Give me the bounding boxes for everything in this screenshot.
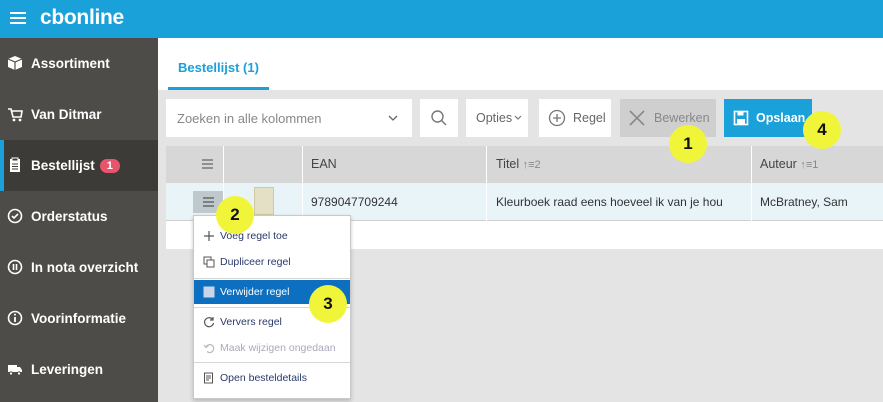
pause-circle-icon (7, 259, 23, 275)
sidebar-item-label: Bestellijst (31, 158, 95, 173)
details-icon (204, 372, 213, 384)
sidebar-item-voorinformatie[interactable]: Voorinformatie (0, 293, 158, 344)
menu-item-label: Maak wijzigen ongedaan (220, 342, 336, 354)
plus-icon (204, 231, 214, 241)
cell-ean: 9789047709244 (311, 195, 398, 209)
sidebar-item-in-nota-overzicht[interactable]: In nota overzicht (0, 242, 158, 293)
menu-item-label: Open besteldetails (220, 372, 307, 384)
sidebar-item-label: Orderstatus (31, 209, 108, 224)
sidebar-item-van-ditmar[interactable]: Van Ditmar (0, 89, 158, 140)
sidebar-item-leveringen[interactable]: Leveringen (0, 344, 158, 395)
opslaan-button[interactable]: Opslaan (724, 99, 812, 137)
cell-titel: Kleurboek raad eens hoeveel ik van je ho… (496, 195, 723, 209)
copy-icon (203, 256, 215, 268)
search-input[interactable]: Zoeken in alle kolommen (166, 99, 412, 137)
top-bar: cbonline (0, 0, 883, 38)
refresh-icon (203, 317, 215, 328)
hamburger-icon (203, 197, 214, 207)
sidebar-item-label-wrap: Bestellijst 1 (31, 158, 120, 173)
callout-marker-1: 1 (669, 125, 707, 163)
book-cover-thumbnail (254, 187, 274, 215)
search-button[interactable] (420, 99, 458, 137)
sidebar-item-label: Assortiment (31, 56, 110, 71)
opties-label: Opties (476, 111, 513, 125)
table-header: EAN Titel ↑≡2 Auteur ↑≡1 (166, 146, 883, 183)
callout-marker-2: 2 (216, 196, 254, 234)
column-header-label: Titel (496, 157, 520, 171)
search-placeholder: Zoeken in alle kolommen (177, 111, 322, 126)
sidebar-item-label: Van Ditmar (31, 107, 102, 122)
sidebar-item-label: Voorinformatie (31, 311, 127, 326)
menu-item-dupliceer-regel[interactable]: Dupliceer regel (194, 250, 350, 274)
plus-circle-icon (548, 109, 566, 127)
search-icon (431, 110, 447, 126)
info-circle-icon (7, 310, 23, 326)
sidebar-item-label: In nota overzicht (31, 260, 139, 275)
box-icon (7, 56, 23, 70)
chevron-down-icon[interactable] (388, 113, 398, 123)
tab-bestellijst[interactable]: Bestellijst (1) (168, 38, 269, 90)
menu-item-voeg-regel-toe[interactable]: Voeg regel toe (194, 224, 350, 248)
column-header-auteur[interactable]: Auteur ↑≡1 (760, 157, 818, 171)
cart-icon (8, 108, 23, 122)
sidebar-item-orderstatus[interactable]: Orderstatus (0, 191, 158, 242)
bewerken-label: Bewerken (654, 111, 710, 125)
tab-bar: Bestellijst (1) (158, 38, 883, 90)
menu-item-maak-wijzigen-ongedaan: Maak wijzigen ongedaan (194, 336, 350, 360)
sort-indicator: ↑≡1 (800, 159, 819, 171)
sort-indicator: ↑≡2 (522, 159, 541, 171)
save-icon (733, 110, 749, 126)
column-header-ean[interactable]: EAN (311, 157, 337, 171)
check-circle-icon (7, 208, 23, 224)
callout-marker-3: 3 (309, 285, 347, 323)
menu-item-label: Verwijder regel (220, 286, 290, 298)
sidebar-item-bestellijst[interactable]: Bestellijst 1 (0, 140, 158, 191)
sidebar: Assortiment Van Ditmar Bestellijst 1 Orde… (0, 38, 158, 402)
close-icon (629, 110, 645, 126)
trash-icon (203, 286, 215, 298)
opties-button[interactable]: Opties (466, 99, 528, 137)
callout-marker-4: 4 (803, 111, 841, 149)
toolbar: Zoeken in alle kolommen Opties Regel Bew… (158, 90, 883, 146)
menu-item-open-besteldetails[interactable]: Open besteldetails (194, 366, 350, 390)
add-regel-button[interactable]: Regel (539, 99, 611, 137)
sidebar-item-assortiment[interactable]: Assortiment (0, 38, 158, 89)
cell-auteur: McBratney, Sam (760, 195, 848, 209)
column-header-titel[interactable]: Titel ↑≡2 (496, 157, 541, 171)
menu-item-label: Dupliceer regel (220, 256, 291, 268)
menu-item-label: Ververs regel (220, 316, 282, 328)
column-header-label: Auteur (760, 157, 797, 171)
regel-label: Regel (573, 111, 606, 125)
sidebar-item-label: Leveringen (31, 362, 104, 377)
hamburger-menu-icon[interactable] (10, 12, 26, 26)
clipboard-icon (10, 157, 20, 172)
undo-icon (203, 343, 215, 354)
opslaan-label: Opslaan (756, 111, 806, 125)
truck-icon (8, 365, 22, 376)
count-badge: 1 (99, 159, 120, 173)
app-logo: cbonline (40, 6, 124, 29)
column-menu-icon[interactable] (202, 159, 213, 169)
chevron-down-icon (514, 115, 522, 120)
